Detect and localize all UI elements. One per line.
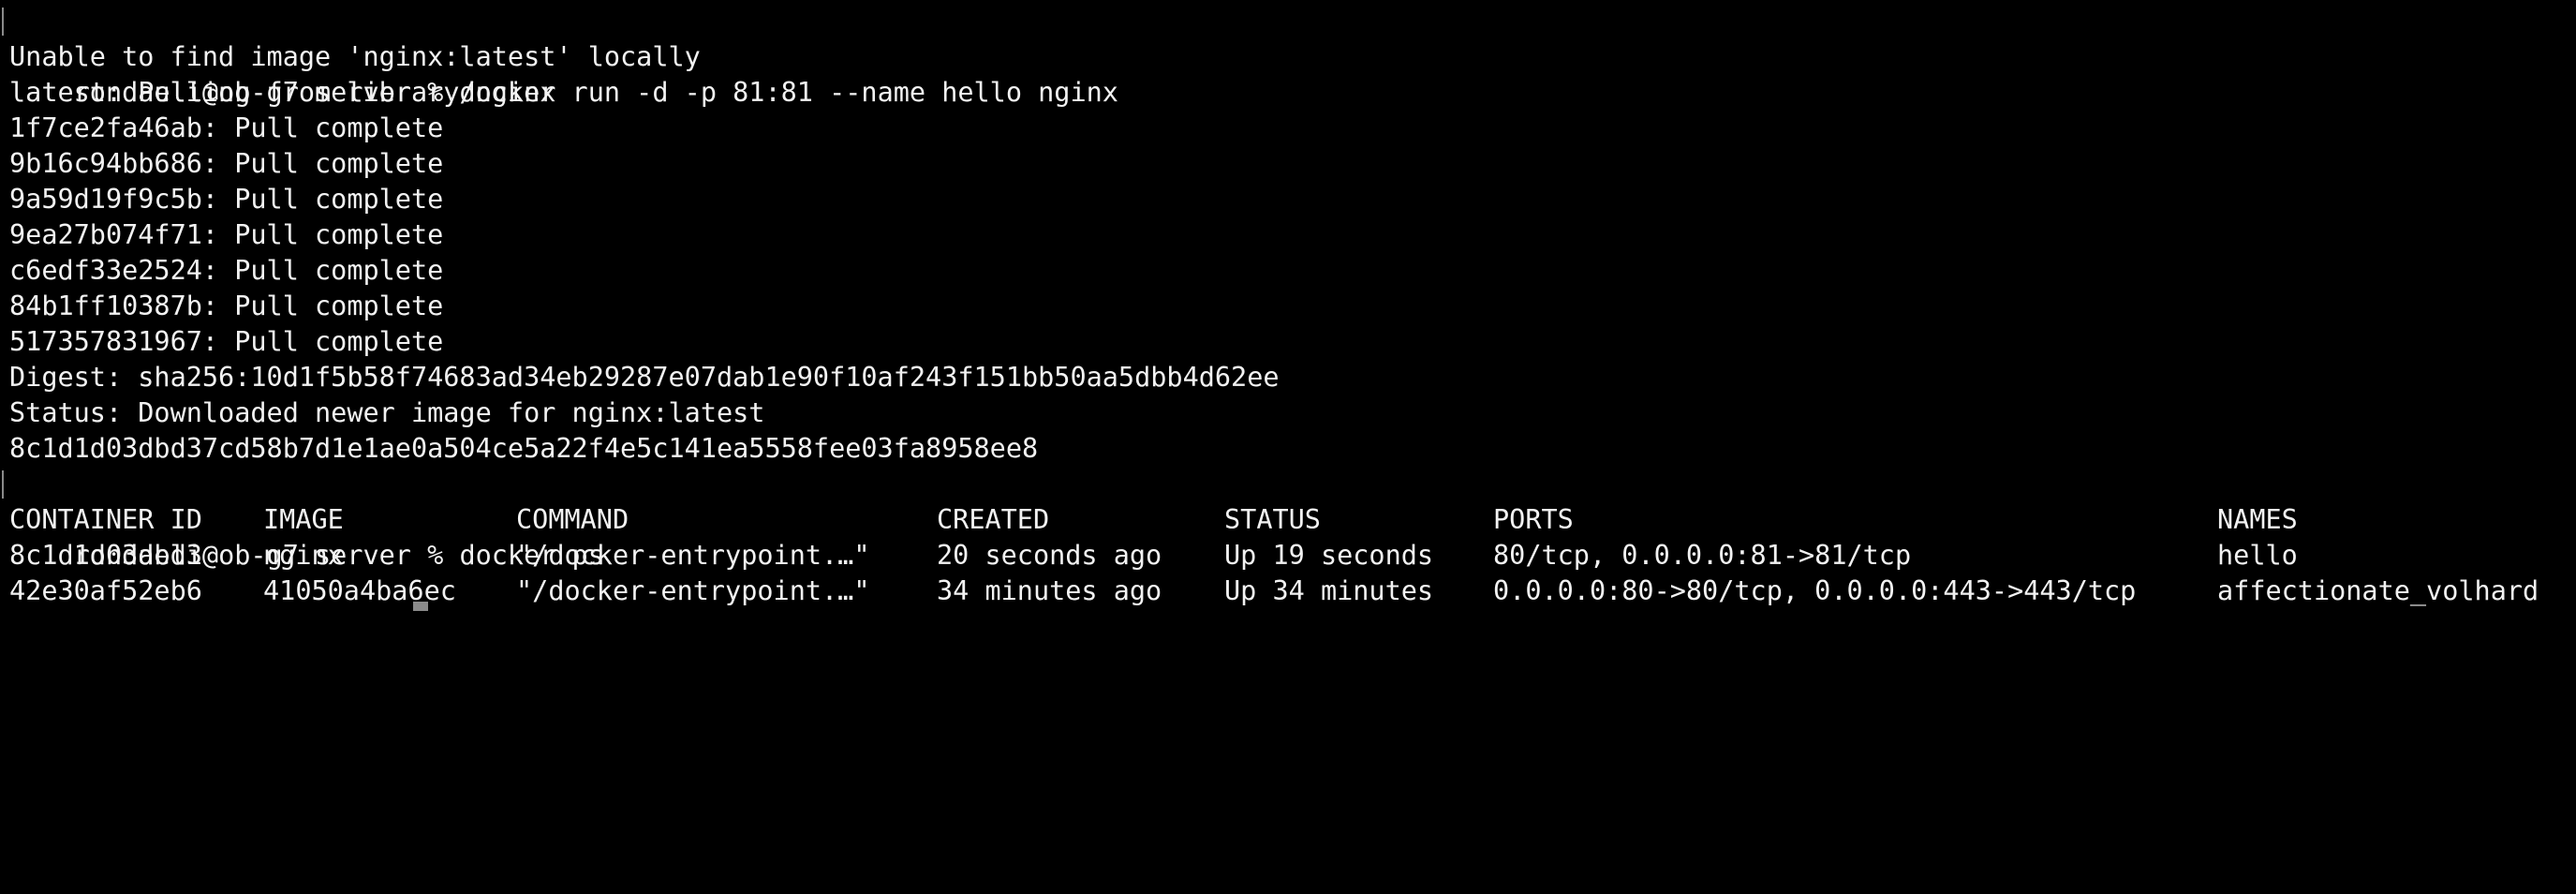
output-text: c6edf33e2524: Pull complete — [9, 255, 444, 286]
output-text: 9a59d19f9c5b: Pull complete — [9, 184, 444, 215]
cell-command: "/docker-entrypoint.…" — [516, 540, 870, 571]
cell-names: hello — [2217, 540, 2298, 571]
output-text: 9b16c94bb686: Pull complete — [9, 148, 444, 179]
terminal-window[interactable]: rondaeli@ob-g7 server % docker run -d -p… — [0, 0, 2576, 611]
output-text: 84b1ff10387b: Pull complete — [9, 291, 444, 321]
terminal-line: 9ea27b074f71: Pull complete — [9, 217, 2576, 253]
prompt-marker — [2, 470, 4, 499]
cell-names: affectionate_volhard — [2217, 575, 2539, 606]
cell-created: 20 seconds ago — [937, 540, 1162, 571]
terminal-line: rondaeli@ob-g7 server % docker run -d -p… — [2, 4, 2576, 108]
prompt-marker — [2, 7, 4, 36]
header-image: IMAGE — [263, 504, 344, 535]
cell-container-id: 42e30af52eb6 — [9, 575, 202, 606]
output-text: 1f7ce2fa46ab: Pull complete — [9, 112, 444, 143]
table-row: 42e30af52eb6 41050a4ba6ec "/docker-entry… — [9, 574, 2576, 609]
cell-created: 34 minutes ago — [937, 575, 1162, 606]
header-container-id: CONTAINER ID — [9, 504, 202, 535]
cell-status: Up 19 seconds — [1224, 540, 1434, 571]
terminal-line: 1f7ce2fa46ab: Pull complete — [9, 111, 2576, 146]
terminal-line: 517357831967: Pull complete — [9, 324, 2576, 360]
terminal-line: Status: Downloaded newer image for nginx… — [9, 395, 2576, 431]
terminal-line: latest: Pulling from library/nginx — [9, 75, 2576, 111]
terminal-line: Unable to find image 'nginx:latest' loca… — [9, 39, 2576, 75]
output-text: 9ea27b074f71: Pull complete — [9, 219, 444, 250]
terminal-line: 9b16c94bb686: Pull complete — [9, 146, 2576, 182]
terminal-line: c6edf33e2524: Pull complete — [9, 253, 2576, 289]
cell-status: Up 34 minutes — [1224, 575, 1434, 606]
header-status: STATUS — [1224, 504, 1321, 535]
cell-ports: 0.0.0.0:80->80/tcp, 0.0.0.0:443->443/tcp — [1493, 575, 2137, 606]
table-row: 8c1d1d03dbd3 nginx "/docker-entrypoint.…… — [9, 538, 2576, 574]
terminal-line: 8c1d1d03dbd37cd58b7d1e1ae0a504ce5a22f4e5… — [9, 431, 2576, 467]
cell-image: nginx — [263, 540, 344, 571]
terminal-line: 84b1ff10387b: Pull complete — [9, 289, 2576, 324]
output-text: latest: Pulling from library/nginx — [9, 77, 556, 108]
cell-ports: 80/tcp, 0.0.0.0:81->81/tcp — [1493, 540, 1912, 571]
terminal-line: Digest: sha256:10d1f5b58f74683ad34eb2928… — [9, 360, 2576, 395]
terminal-line: rondaeli@ob-g7 server % docker ps — [2, 467, 2576, 571]
header-names: NAMES — [2217, 504, 2298, 535]
output-text: 517357831967: Pull complete — [9, 326, 444, 357]
terminal-line: 9a59d19f9c5b: Pull complete — [9, 182, 2576, 217]
cell-command: "/docker-entrypoint.…" — [516, 575, 870, 606]
ps-table-header: CONTAINER ID IMAGE COMMAND CREATED STATU… — [9, 502, 2576, 538]
output-text: Unable to find image 'nginx:latest' loca… — [9, 41, 701, 72]
header-command: COMMAND — [516, 504, 629, 535]
output-text: 8c1d1d03dbd37cd58b7d1e1ae0a504ce5a22f4e5… — [9, 433, 1039, 464]
cell-container-id: 8c1d1d03dbd3 — [9, 540, 202, 571]
output-text: Status: Downloaded newer image for nginx… — [9, 397, 765, 428]
header-created: CREATED — [937, 504, 1050, 535]
text-cursor — [413, 602, 428, 611]
header-ports: PORTS — [1493, 504, 1574, 535]
output-text: Digest: sha256:10d1f5b58f74683ad34eb2928… — [9, 362, 1280, 393]
